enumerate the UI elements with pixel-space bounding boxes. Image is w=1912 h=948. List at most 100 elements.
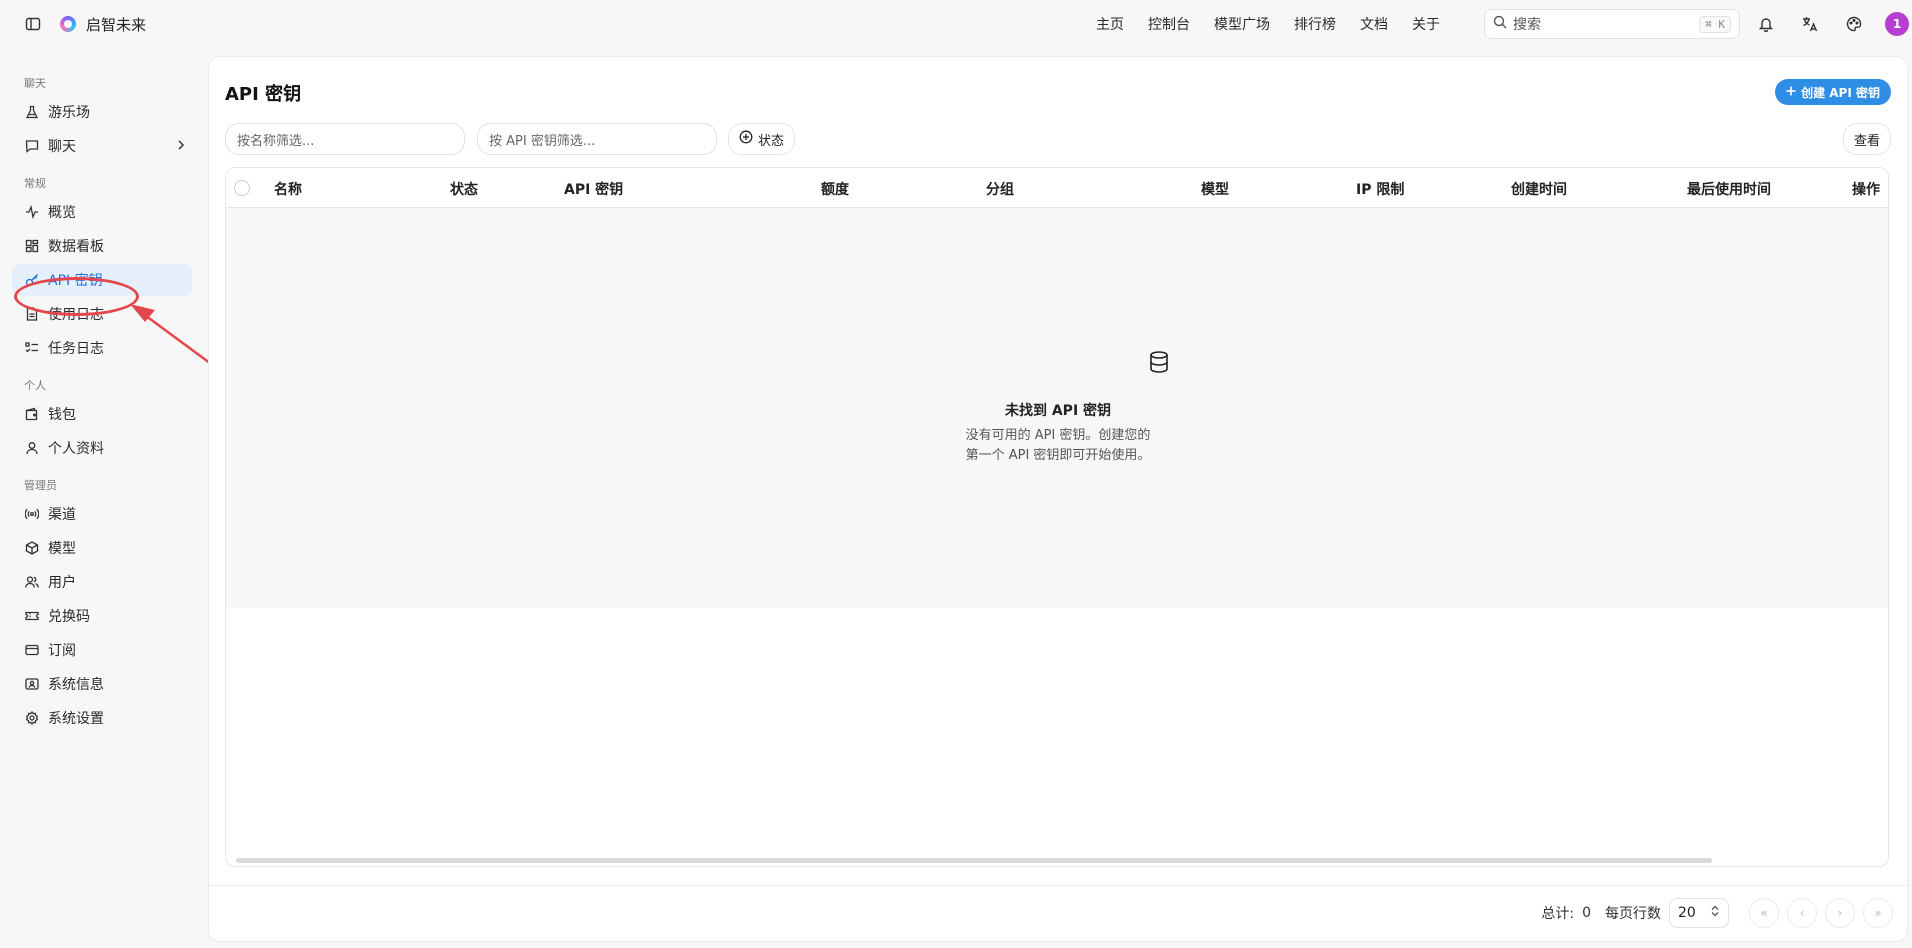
dashboard-icon [24,238,40,254]
empty-state-desc-2: 第一个 API 密钥即可开始使用。 [965,448,1151,463]
sidebar-item-label: 数据看板 [48,239,104,255]
next-page-button[interactable]: › [1825,898,1855,928]
sidebar-item-label: 模型 [48,541,76,557]
first-page-button[interactable]: « [1749,898,1779,928]
sidebar-item-wallet[interactable]: 钱包 [0,398,208,430]
column-header[interactable]: 最后使用时间 [1687,179,1771,199]
sidebar-item-users[interactable]: 用户 [0,566,208,598]
activity-icon [24,204,40,220]
top-bar: 启智未来 主页 控制台 模型广场 排行榜 文档 关于 搜索 ⌘ K 1 [0,0,1912,48]
wallet-icon [24,406,40,422]
sidebar-item-channels[interactable]: 渠道 [0,498,208,530]
sidebar-item-label: 概览 [48,205,76,221]
chevron-left-icon: ‹ [1799,906,1805,920]
chat-icon [24,138,40,154]
column-header[interactable]: 模型 [1201,179,1229,199]
view-button[interactable]: 查看 [1842,123,1891,155]
last-page-button[interactable]: » [1863,898,1893,928]
sidebar-item-subscriptions[interactable]: 订阅 [0,634,208,666]
prev-page-button[interactable]: ‹ [1787,898,1817,928]
sidebar-item-label: 渠道 [48,507,76,523]
logo-icon [60,16,76,32]
flask-icon [24,104,40,120]
sidebar-item-playground[interactable]: 游乐场 [0,96,208,128]
sidebar-item-label: 任务日志 [48,341,104,357]
radio-icon [24,506,40,522]
column-header[interactable]: 创建时间 [1511,179,1567,199]
total-count: 0 [1582,905,1591,921]
column-header[interactable]: 分组 [986,179,1014,199]
sidebar-item-label: 使用日志 [48,307,104,323]
nav-home[interactable]: 主页 [1096,14,1124,34]
chevrons-right-icon: » [1874,906,1882,920]
sidebar-item-api-keys[interactable]: API 密钥 [12,264,192,296]
sidebar-item-label: 系统信息 [48,677,104,693]
brand[interactable]: 启智未来 [60,14,146,35]
empty-state-title: 未找到 API 密钥 [1004,403,1112,419]
ticket-icon [24,608,40,624]
nav-console[interactable]: 控制台 [1148,14,1190,34]
sidebar-item-label: 用户 [48,575,76,591]
pagination-bar: 总计: 0 每页行数 20 « ‹ › » [209,885,1909,941]
sidebar-item-redeem-codes[interactable]: 兑换码 [0,600,208,632]
sidebar-item-task-logs[interactable]: 任务日志 [0,332,208,364]
key-filter-input[interactable]: 按 API 密钥筛选... [477,123,717,155]
sidebar-toggle-icon[interactable] [20,11,46,37]
column-header[interactable]: 状态 [450,179,478,199]
sidebar-item-system-info[interactable]: 系统信息 [0,668,208,700]
sidebar-group-personal: 个人 [24,379,46,392]
search-icon [1493,15,1507,33]
bell-icon[interactable] [1753,11,1779,37]
plus-circle-icon [739,130,753,148]
sidebar-group-general: 常规 [24,177,46,190]
sidebar-item-label: 系统设置 [48,711,104,727]
sidebar-item-overview[interactable]: 概览 [0,196,208,228]
sidebar-item-label: 游乐场 [48,105,90,121]
avatar[interactable]: 1 [1885,12,1909,36]
sidebar-item-usage-logs[interactable]: 使用日志 [0,298,208,330]
name-filter-input[interactable]: 按名称筛选... [225,123,465,155]
column-header[interactable]: 额度 [821,179,849,199]
nav-about[interactable]: 关于 [1412,14,1440,34]
sidebar-group-admin: 管理员 [24,479,57,492]
card-icon [24,642,40,658]
search-placeholder: 搜索 [1513,17,1541,33]
chevron-right-icon: › [1837,906,1843,920]
sidebar-item-models[interactable]: 模型 [0,532,208,564]
database-icon [1147,350,1171,378]
nav-models[interactable]: 模型广场 [1214,14,1270,34]
server-icon [24,676,40,692]
sidebar-item-label: 钱包 [48,407,76,423]
horizontal-scrollbar[interactable] [236,858,1712,863]
translate-icon[interactable] [1797,11,1823,37]
plus-icon [1786,85,1796,99]
key-icon [24,272,40,288]
sidebar-item-dashboard[interactable]: 数据看板 [0,230,208,262]
select-all-checkbox[interactable] [234,180,250,196]
sidebar-item-system-settings[interactable]: 系统设置 [0,702,208,734]
main-panel: API 密钥 创建 API 密钥 按名称筛选... 按 API 密钥筛选... … [208,56,1909,942]
palette-icon[interactable] [1841,11,1867,37]
sidebar-item-chat[interactable]: 聊天 [0,130,208,162]
search-input[interactable]: 搜索 ⌘ K [1484,9,1740,39]
create-button-label: 创建 API 密钥 [1801,85,1880,100]
empty-state: 未找到 API 密钥 没有可用的 API 密钥。创建您的 第一个 API 密钥即… [226,208,1888,608]
create-api-key-button[interactable]: 创建 API 密钥 [1775,79,1891,105]
status-filter-button[interactable]: 状态 [728,123,796,155]
column-header[interactable]: 名称 [274,179,302,199]
users-icon [24,574,40,590]
api-keys-table: 名称 状态 API 密钥 额度 分组 模型 IP 限制 创建时间 最后使用时间 … [225,167,1889,867]
column-header[interactable]: API 密钥 [564,179,623,199]
rows-per-page-value: 20 [1678,905,1696,921]
rows-per-page-select[interactable]: 20 [1669,898,1729,928]
column-header[interactable]: IP 限制 [1356,179,1404,199]
sidebar-item-profile[interactable]: 个人资料 [0,432,208,464]
app-name: 启智未来 [86,15,147,34]
chevron-updown-icon [1710,905,1720,921]
chevron-right-icon[interactable] [174,138,188,156]
column-header[interactable]: 操作 [1852,179,1880,199]
nav-docs[interactable]: 文档 [1360,14,1388,34]
sidebar-item-label: 个人资料 [48,441,104,457]
nav-rankings[interactable]: 排行榜 [1294,14,1336,34]
sidebar: 聊天 游乐场 聊天 常规 概览 数据看板 API 密钥 使用日志 任务日志 个人… [0,48,208,948]
